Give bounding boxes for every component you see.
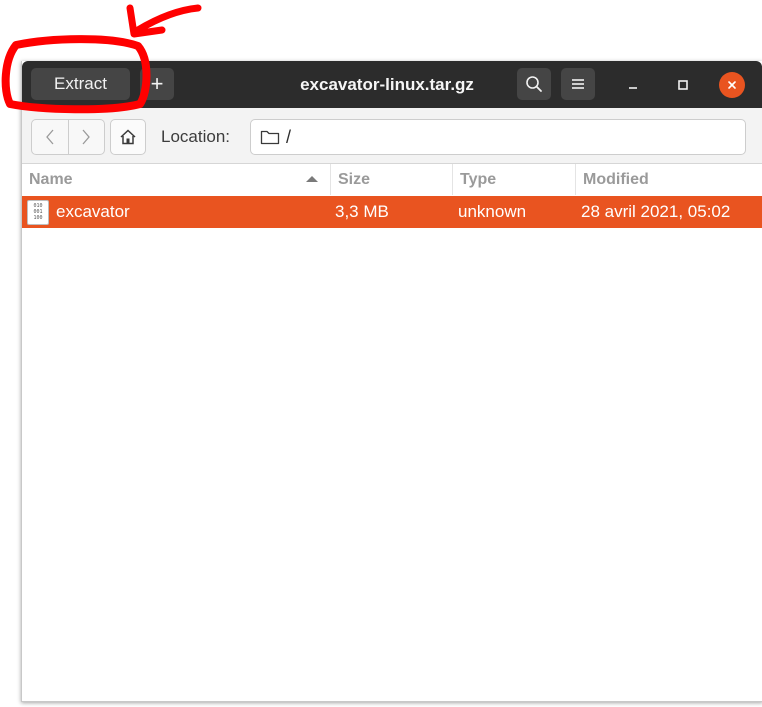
column-header-name[interactable]: Name	[22, 164, 330, 195]
annotation-arrow-head	[126, 4, 166, 38]
column-headers: Name Size Type Modified	[22, 164, 762, 195]
column-header-modified[interactable]: Modified	[575, 164, 762, 195]
file-type: unknown	[458, 202, 527, 221]
home-button[interactable]	[110, 119, 146, 155]
hamburger-menu-icon	[572, 79, 584, 89]
search-button[interactable]	[517, 68, 551, 100]
column-header-modified-label: Modified	[583, 171, 649, 188]
add-files-button[interactable]: +	[140, 68, 174, 100]
minimize-button[interactable]	[620, 72, 646, 98]
menu-button[interactable]	[561, 68, 595, 100]
file-name: excavator	[56, 202, 130, 221]
chevron-left-icon	[45, 129, 54, 145]
search-icon	[526, 76, 542, 92]
column-header-type[interactable]: Type	[452, 164, 575, 195]
column-header-type-label: Type	[460, 171, 497, 188]
column-header-size-label: Size	[338, 171, 371, 188]
sort-ascending-icon	[306, 176, 318, 182]
navigation-buttons	[31, 119, 105, 155]
location-path: /	[286, 126, 292, 147]
extract-button-label: Extract	[54, 74, 107, 93]
annotation-arrow-shaft	[134, 4, 202, 34]
headerbar: Extract + excavator-linux.tar.gz	[22, 61, 762, 108]
file-size: 3,3 MB	[335, 202, 389, 221]
plus-icon: +	[150, 71, 164, 96]
minimize-icon	[629, 87, 637, 89]
column-header-name-label: Name	[29, 171, 73, 188]
file-row[interactable]: 010 001 100 excavator 3,3 MB unknown 28 av…	[22, 196, 762, 228]
maximize-icon	[678, 80, 688, 90]
close-button[interactable]	[719, 72, 745, 98]
file-modified: 28 avril 2021, 05:02	[581, 202, 731, 221]
window-title: excavator-linux.tar.gz	[300, 75, 474, 94]
extract-button[interactable]: Extract	[31, 68, 130, 100]
location-toolbar: Location: /	[22, 108, 762, 164]
maximize-button[interactable]	[670, 72, 696, 98]
archive-manager-window: Extract + excavator-linux.tar.gz Locatio…	[21, 61, 762, 702]
column-header-size[interactable]: Size	[330, 164, 452, 195]
location-field[interactable]: /	[250, 119, 746, 155]
back-button[interactable]	[32, 120, 68, 154]
close-icon	[728, 81, 736, 89]
forward-button[interactable]	[67, 120, 105, 154]
binary-file-icon: 010 001 100	[27, 200, 49, 225]
chevron-right-icon	[82, 129, 91, 145]
folder-icon	[260, 129, 280, 145]
home-icon	[120, 129, 136, 145]
location-label: Location:	[161, 127, 230, 146]
